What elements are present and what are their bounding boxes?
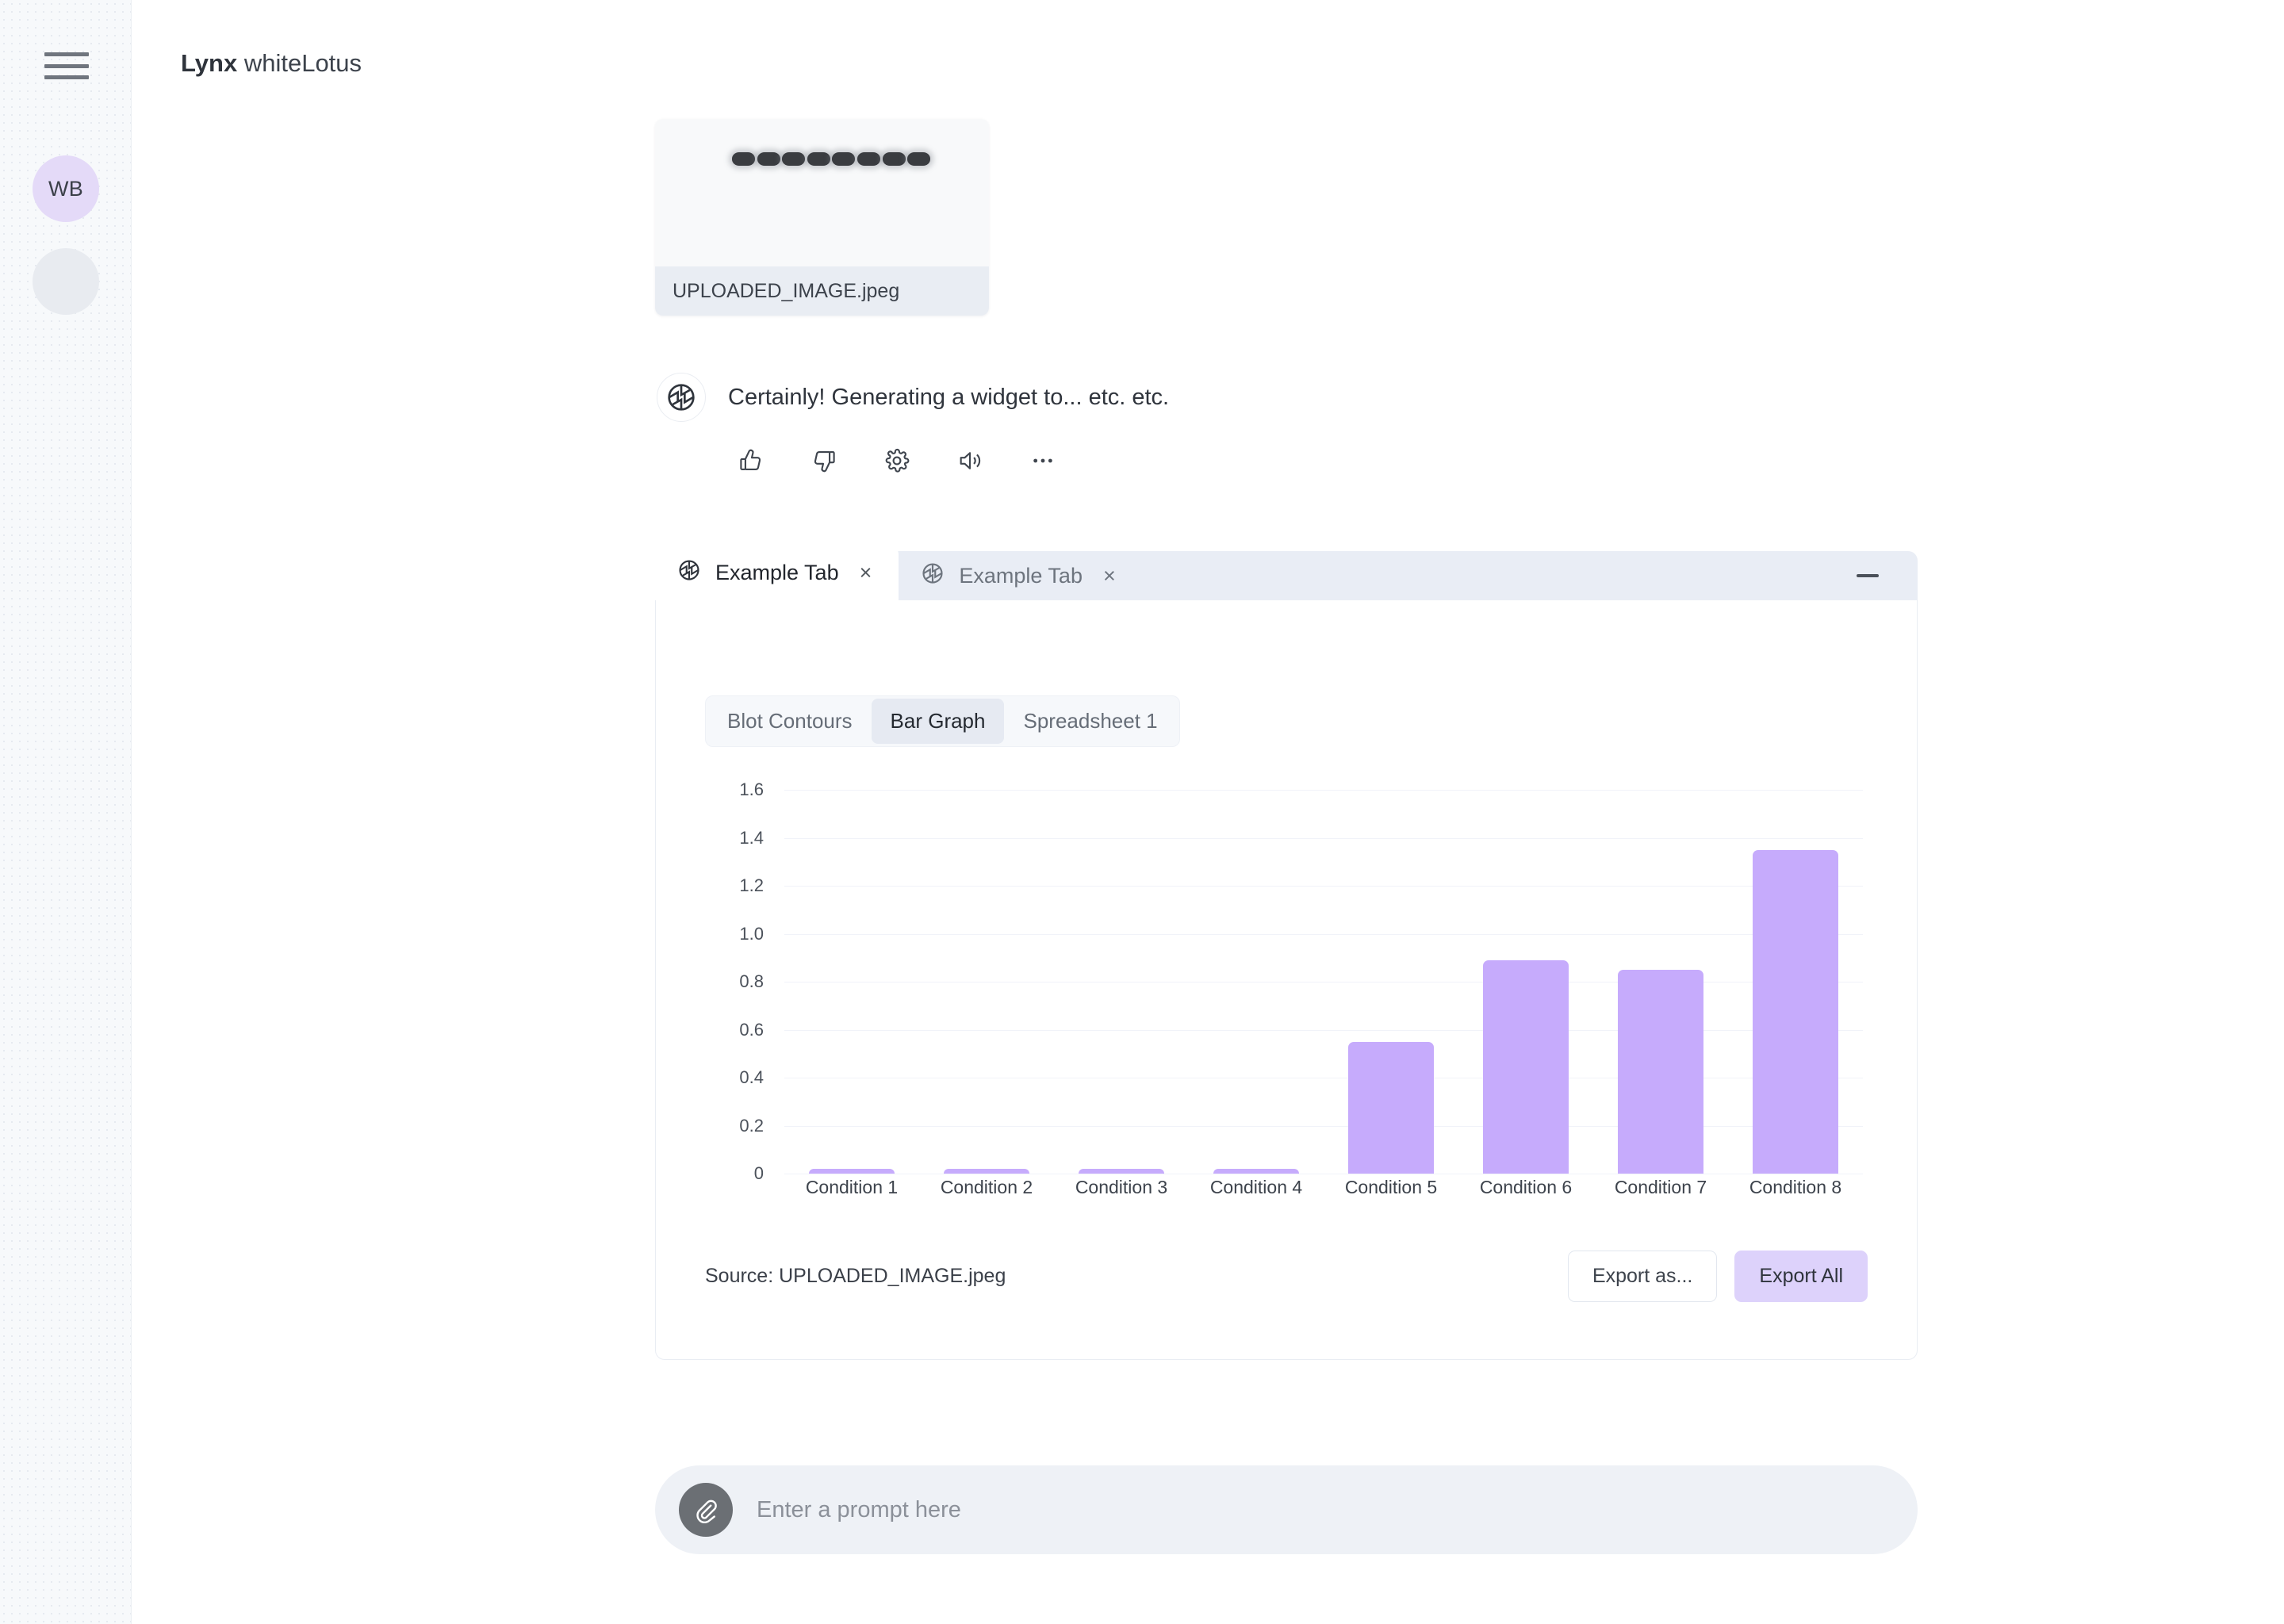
brand-name: Lynx xyxy=(181,49,238,77)
y-axis-tick: 0.8 xyxy=(739,971,764,992)
close-icon[interactable]: × xyxy=(1103,565,1116,587)
blot-band xyxy=(882,152,906,166)
x-axis-tick: Condition 7 xyxy=(1614,1177,1707,1197)
aperture-icon xyxy=(657,373,706,422)
avatar-placeholder[interactable] xyxy=(33,248,99,315)
bar-slot xyxy=(1593,771,1728,1174)
blot-band xyxy=(857,152,880,166)
widget-panel: Example Tab × Example Tab × Blot Contour… xyxy=(655,545,1918,1360)
segment-bar-graph[interactable]: Bar Graph xyxy=(871,699,1005,744)
bar-slot xyxy=(919,771,1054,1174)
segment-blot-contours[interactable]: Blot Contours xyxy=(708,699,872,744)
bar[interactable] xyxy=(809,1169,895,1174)
prompt-bar xyxy=(655,1465,1918,1554)
export-all-button[interactable]: Export All xyxy=(1734,1251,1868,1302)
y-axis-tick: 1.6 xyxy=(739,779,764,800)
assistant-message-text: Certainly! Generating a widget to... etc… xyxy=(728,384,1170,410)
avatar[interactable]: WB xyxy=(33,155,99,222)
y-axis-tick: 1.0 xyxy=(739,923,764,944)
widget-tab-2-label: Example Tab xyxy=(959,563,1083,588)
x-axis-tick: Condition 4 xyxy=(1209,1177,1303,1197)
brand-product: whiteLotus xyxy=(243,49,362,77)
gear-icon[interactable] xyxy=(880,444,914,477)
aperture-icon xyxy=(921,561,945,591)
x-axis-tick: Condition 3 xyxy=(1075,1177,1168,1197)
bar[interactable] xyxy=(1483,959,1569,1174)
paperclip-icon[interactable] xyxy=(679,1483,733,1537)
bar[interactable] xyxy=(944,1169,1029,1174)
x-axis-tick: Condition 1 xyxy=(805,1177,899,1197)
y-axis-tick: 1.4 xyxy=(739,827,764,848)
close-icon[interactable]: × xyxy=(860,561,872,584)
y-axis-tick: 0.6 xyxy=(739,1019,764,1040)
bar-slot xyxy=(1189,771,1324,1174)
hamburger-icon[interactable] xyxy=(44,49,89,82)
speaker-icon[interactable] xyxy=(953,444,987,477)
blot-band xyxy=(807,152,830,166)
bar-slot xyxy=(784,771,919,1174)
export-as-button[interactable]: Export as... xyxy=(1567,1251,1718,1302)
y-axis-tick: 0.4 xyxy=(739,1067,764,1088)
x-axis-tick: Condition 5 xyxy=(1344,1177,1438,1197)
blot-band xyxy=(907,152,931,166)
footer-buttons: Export as... Export All xyxy=(1567,1251,1868,1302)
app-root: WB Lynx whiteLotus UPLOADED_IMAGE.jpeg C… xyxy=(0,0,2284,1624)
assistant-message-row: Certainly! Generating a widget to... etc… xyxy=(657,373,1169,422)
widget-tab-1[interactable]: Example Tab × xyxy=(655,545,899,600)
avatar-initials: WB xyxy=(48,176,84,201)
aperture-icon xyxy=(677,558,701,588)
uploaded-image-card[interactable]: UPLOADED_IMAGE.jpeg xyxy=(655,119,989,316)
thumbs-up-icon[interactable] xyxy=(734,444,768,477)
widget-tab-2[interactable]: Example Tab × xyxy=(899,551,1136,600)
main-content: Lynx whiteLotus UPLOADED_IMAGE.jpeg Cert… xyxy=(132,0,2284,1624)
page-title: Lynx whiteLotus xyxy=(181,49,362,78)
blot-band xyxy=(757,152,780,166)
widget-tab-1-label: Example Tab xyxy=(715,560,839,584)
y-axis-tick: 0.2 xyxy=(739,1115,764,1136)
y-axis: 1.6 1.4 1.2 1.0 0.8 0.6 0.4 0.2 0 xyxy=(705,771,778,1183)
uploaded-image-filename: UPLOADED_IMAGE.jpeg xyxy=(655,266,989,316)
bar-chart: 1.6 1.4 1.2 1.0 0.8 0.6 0.4 0.2 0 Condition 1 Con… xyxy=(705,771,1863,1215)
x-axis-labels: Condition 1 Condition 2 Condition 3 Conditi… xyxy=(784,1177,1863,1198)
widget-body: Blot Contours Bar Graph Spreadsheet 1 1.… xyxy=(655,600,1918,1360)
y-axis-tick: 0 xyxy=(753,1163,764,1183)
blot-band xyxy=(782,152,806,166)
x-axis-tick: Condition 2 xyxy=(940,1177,1033,1197)
message-action-bar xyxy=(734,444,1060,477)
y-axis-tick: 1.2 xyxy=(739,875,764,896)
western-blot-image xyxy=(655,119,989,266)
minimize-icon[interactable] xyxy=(1854,567,1881,584)
bar[interactable] xyxy=(1348,1041,1434,1174)
sidebar: WB xyxy=(0,0,132,1624)
bar-slot xyxy=(1324,771,1458,1174)
bar-series xyxy=(784,771,1863,1174)
thumbs-down-icon[interactable] xyxy=(807,444,841,477)
prompt-input[interactable] xyxy=(757,1496,1918,1523)
source-line: Source: UPLOADED_IMAGE.jpeg xyxy=(705,1265,1006,1288)
blot-band xyxy=(732,152,755,166)
source-filename: UPLOADED_IMAGE.jpeg xyxy=(779,1265,1006,1287)
widget-footer: Source: UPLOADED_IMAGE.jpeg Export as...… xyxy=(705,1251,1868,1302)
ellipsis-icon[interactable] xyxy=(1026,444,1060,477)
widget-tab-bar: Example Tab × Example Tab × xyxy=(655,545,1918,600)
bar-slot xyxy=(1458,771,1593,1174)
x-axis-tick: Condition 8 xyxy=(1749,1177,1842,1197)
blot-band xyxy=(832,152,856,166)
bar[interactable] xyxy=(1079,1169,1164,1174)
bar-slot xyxy=(1728,771,1863,1174)
segment-spreadsheet-1[interactable]: Spreadsheet 1 xyxy=(1004,699,1176,744)
bar-slot xyxy=(1054,771,1189,1174)
source-label: Source: xyxy=(705,1265,774,1287)
view-segmented-control: Blot Contours Bar Graph Spreadsheet 1 xyxy=(705,695,1180,747)
bar[interactable] xyxy=(1753,849,1838,1174)
plot-area xyxy=(784,771,1863,1174)
x-axis-tick: Condition 6 xyxy=(1479,1177,1573,1197)
bar[interactable] xyxy=(1618,969,1703,1174)
bar[interactable] xyxy=(1213,1169,1299,1174)
